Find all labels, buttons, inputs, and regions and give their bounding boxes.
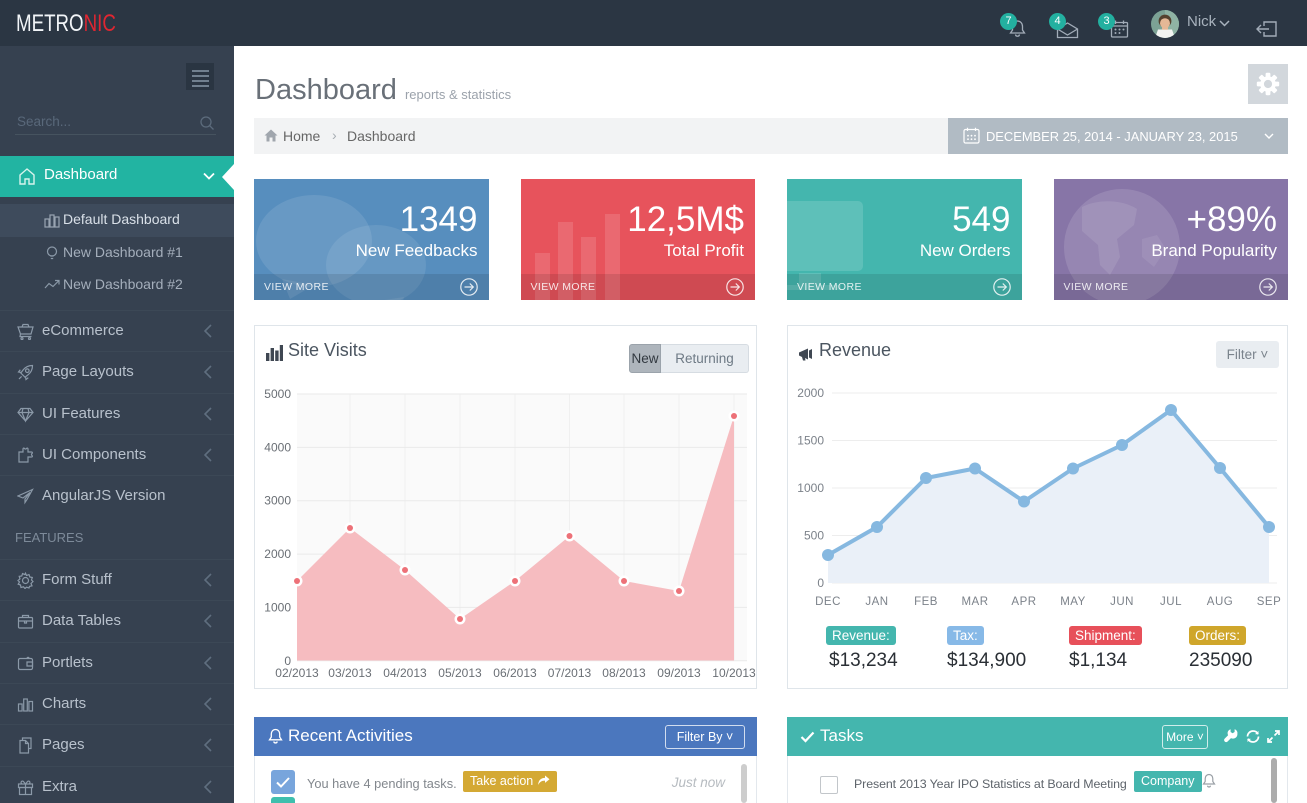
svg-text:MAR: MAR xyxy=(961,596,988,608)
svg-text:1500: 1500 xyxy=(797,434,824,448)
svg-text:05/2013: 05/2013 xyxy=(438,666,482,680)
svg-text:SEP: SEP xyxy=(1257,596,1282,608)
svg-text:MAY: MAY xyxy=(1060,596,1086,608)
svg-text:1000: 1000 xyxy=(797,481,824,495)
svg-text:5000: 5000 xyxy=(264,387,291,401)
svg-text:09/2013: 09/2013 xyxy=(657,666,701,680)
svg-text:3000: 3000 xyxy=(264,494,291,508)
svg-text:07/2013: 07/2013 xyxy=(548,666,592,680)
svg-text:0: 0 xyxy=(817,576,824,590)
svg-text:04/2013: 04/2013 xyxy=(383,666,427,680)
svg-text:JUL: JUL xyxy=(1160,596,1182,608)
svg-text:06/2013: 06/2013 xyxy=(493,666,537,680)
svg-text:4000: 4000 xyxy=(264,440,291,454)
svg-text:10/2013: 10/2013 xyxy=(712,666,756,680)
svg-text:02/2013: 02/2013 xyxy=(275,666,319,680)
svg-text:JAN: JAN xyxy=(865,596,888,608)
svg-text:2000: 2000 xyxy=(264,547,291,561)
svg-text:AUG: AUG xyxy=(1207,596,1233,608)
svg-text:2000: 2000 xyxy=(797,386,824,400)
svg-text:APR: APR xyxy=(1011,596,1036,608)
svg-text:500: 500 xyxy=(804,529,824,543)
svg-text:JUN: JUN xyxy=(1110,596,1134,608)
svg-text:DEC: DEC xyxy=(815,596,841,608)
svg-text:1000: 1000 xyxy=(264,600,291,614)
svg-text:08/2013: 08/2013 xyxy=(602,666,646,680)
svg-text:03/2013: 03/2013 xyxy=(328,666,372,680)
svg-text:FEB: FEB xyxy=(914,596,938,608)
